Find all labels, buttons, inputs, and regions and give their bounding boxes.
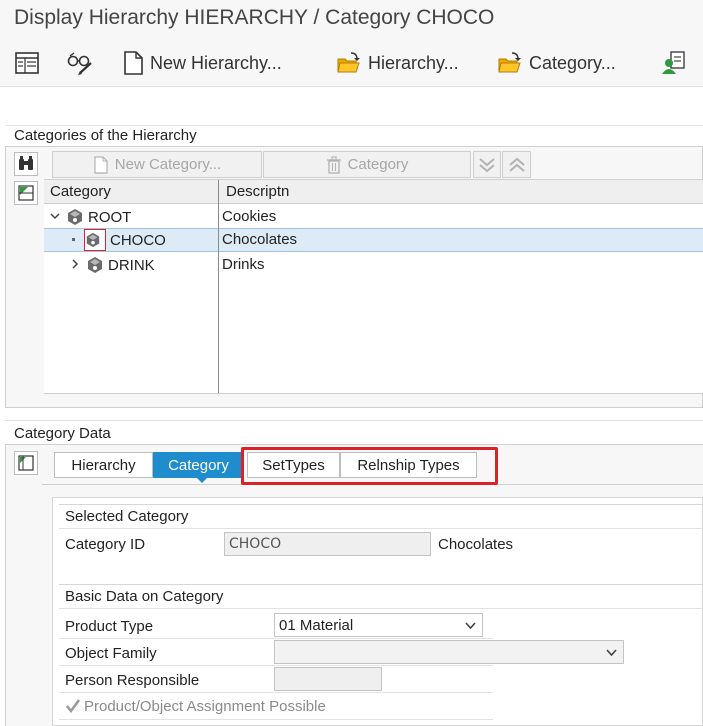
category-details-card: Selected Category Category ID CHOCO Choc… (52, 497, 703, 726)
column-header-category[interactable]: Category (50, 183, 111, 200)
group-title: Basic Data on Category (65, 588, 224, 605)
title-bar: Display Hierarchy HIERARCHY / Category C… (0, 0, 703, 40)
person-responsible-field (274, 667, 382, 691)
binoculars-icon (19, 156, 33, 170)
section-divider (5, 420, 703, 421)
chevron-down-icon (465, 622, 476, 630)
assignment-checkbox[interactable] (65, 698, 81, 714)
category-cube-icon (86, 232, 100, 248)
collapse-toggle[interactable] (48, 209, 62, 223)
tree-node-description: Cookies (222, 208, 277, 225)
category-id-field: CHOCO (224, 532, 431, 556)
row-divider (59, 692, 493, 693)
tree-node-label: CHOCO (110, 231, 166, 249)
glasses-pencil-icon (67, 52, 92, 75)
window-title: Display Hierarchy HIERARCHY / Category C… (14, 6, 495, 29)
chevron-right-icon (72, 259, 79, 269)
column-divider[interactable] (218, 180, 219, 393)
tree-layout-button[interactable] (14, 181, 38, 205)
category-open-button[interactable]: Category... (497, 48, 616, 78)
tree-row-drink[interactable]: DRINK Drinks (44, 253, 703, 277)
where-used-button[interactable] (66, 48, 94, 78)
row-divider (59, 608, 703, 609)
new-hierarchy-label: New Hierarchy... (150, 52, 282, 73)
product-type-select[interactable]: 01 Material (274, 613, 483, 637)
category-cube-icon (68, 209, 82, 225)
category-tree-grid: Category Descriptn ROOT Cookies CHOCO Ch… (44, 179, 703, 394)
open-folder-icon (337, 52, 360, 73)
find-button[interactable] (14, 152, 38, 176)
layout-icon (18, 455, 34, 471)
double-chevron-down-icon (479, 157, 495, 172)
new-category-label: New Category... (114, 156, 222, 173)
tree-leaf-dot (72, 238, 75, 241)
column-header-description[interactable]: Descriptn (226, 183, 289, 200)
layout-icon (18, 185, 34, 201)
hierarchy-open-button[interactable]: Hierarchy... (336, 48, 459, 78)
new-document-icon (124, 51, 143, 75)
tree-node-description: Drinks (222, 256, 265, 273)
chevron-down-icon (606, 649, 617, 657)
row-divider (59, 665, 493, 666)
selected-category-group: Selected Category Category ID CHOCO Choc… (59, 504, 703, 576)
expand-toggle[interactable] (68, 257, 82, 271)
assign-user-button[interactable] (661, 48, 687, 78)
category-label: Category... (529, 52, 616, 73)
display-change-button[interactable] (14, 48, 40, 78)
hierarchy-label: Hierarchy... (368, 52, 459, 73)
document-list-icon (15, 52, 39, 74)
product-type-value: 01 Material (279, 616, 354, 634)
row-divider (59, 528, 703, 529)
open-folder-icon (498, 52, 521, 73)
tree-row-choco[interactable]: CHOCO Chocolates (44, 228, 703, 252)
toolbar: New Hierarchy... Hierarchy... Category..… (0, 40, 703, 87)
expand-all-button[interactable] (473, 151, 501, 178)
chevron-down-icon (50, 213, 60, 220)
section-divider (5, 125, 703, 126)
collapse-all-button[interactable] (502, 151, 531, 178)
row-divider (59, 719, 493, 720)
person-responsible-label: Person Responsible (65, 672, 200, 689)
tab-category[interactable]: Category (153, 452, 244, 478)
user-assign-icon (662, 51, 685, 74)
new-hierarchy-button[interactable]: New Hierarchy... (122, 48, 282, 78)
new-category-button[interactable]: New Category... (52, 151, 262, 178)
tree-section-title: Categories of the Hierarchy (14, 127, 197, 144)
tree-node: DRINK (86, 253, 155, 277)
tree-row-root[interactable]: ROOT Cookies (44, 205, 703, 229)
object-family-select[interactable] (274, 640, 624, 664)
category-cube-icon (88, 257, 102, 273)
trash-icon (326, 155, 341, 174)
focus-box (84, 229, 106, 251)
checkmark-icon (65, 699, 81, 714)
tree-node: CHOCO (84, 228, 166, 252)
tab-hierarchy[interactable]: Hierarchy (54, 452, 153, 478)
data-layout-button[interactable] (14, 451, 38, 475)
data-section-title: Category Data (14, 425, 111, 442)
tree-node-description: Chocolates (222, 231, 298, 248)
tree-node: ROOT (66, 205, 131, 229)
double-chevron-up-icon (508, 157, 525, 172)
delete-category-button[interactable]: Category (263, 151, 471, 178)
category-description-text: Chocolates (438, 536, 514, 553)
active-tab-pointer (196, 477, 208, 483)
annotation-highlight-box (241, 447, 498, 485)
basic-data-group: Basic Data on Category Product Type 01 M… (59, 584, 703, 726)
assignment-label: Product/Object Assignment Possible (84, 698, 326, 715)
grid-header: Category Descriptn (44, 180, 703, 204)
tree-node-label: ROOT (88, 208, 132, 226)
row-divider (59, 638, 493, 639)
object-family-label: Object Family (65, 645, 157, 662)
group-title: Selected Category (65, 508, 189, 525)
delete-category-label: Category (347, 156, 409, 173)
new-document-icon (94, 155, 108, 174)
product-type-label: Product Type (65, 618, 154, 635)
tree-node-label: DRINK (108, 256, 155, 274)
category-id-label: Category ID (65, 536, 146, 553)
